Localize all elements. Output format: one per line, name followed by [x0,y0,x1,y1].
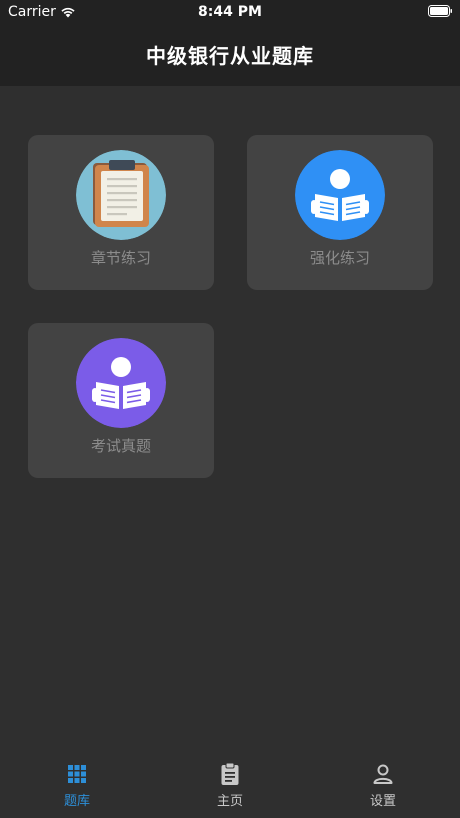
clipboard-icon [76,150,166,240]
status-bar: Carrier 8:44 PM [0,0,460,24]
tab-home[interactable]: 主页 [170,758,290,818]
page-title: 中级银行从业题库 [146,44,314,68]
grid-icon [68,765,86,783]
clipboard-icon [221,762,239,785]
tab-label: 主页 [216,794,243,809]
tab-label: 设置 [369,794,396,809]
status-time: 8:44 PM [198,4,262,20]
tab-settings[interactable]: 设置 [323,758,443,818]
tile-icon-circle [76,150,166,240]
tile-label: 考试真题 [90,437,151,455]
tab-bar: 题库 主页 设置 [0,758,460,818]
reader-icon [295,150,385,240]
tab-label: 题库 [63,794,90,809]
top-bar: Carrier 8:44 PM 中级银行从业题库 [0,0,460,86]
user-icon [373,764,393,784]
tile-label: 强化练习 [309,249,370,267]
tile-icon-circle [295,150,385,240]
tile-past-exams[interactable]: 考试真题 [28,323,214,478]
battery-icon [428,5,452,17]
tile-icon-circle [76,338,166,428]
tile-intensive-practice[interactable]: 强化练习 [247,135,433,290]
app-screen: Carrier 8:44 PM 中级银行从业题库 章节练习 强化练习 考试真题 … [0,0,460,818]
tile-chapter-practice[interactable]: 章节练习 [28,135,214,290]
tab-question-bank[interactable]: 题库 [17,758,137,818]
reader-icon [76,338,166,428]
tile-label: 章节练习 [90,249,151,267]
